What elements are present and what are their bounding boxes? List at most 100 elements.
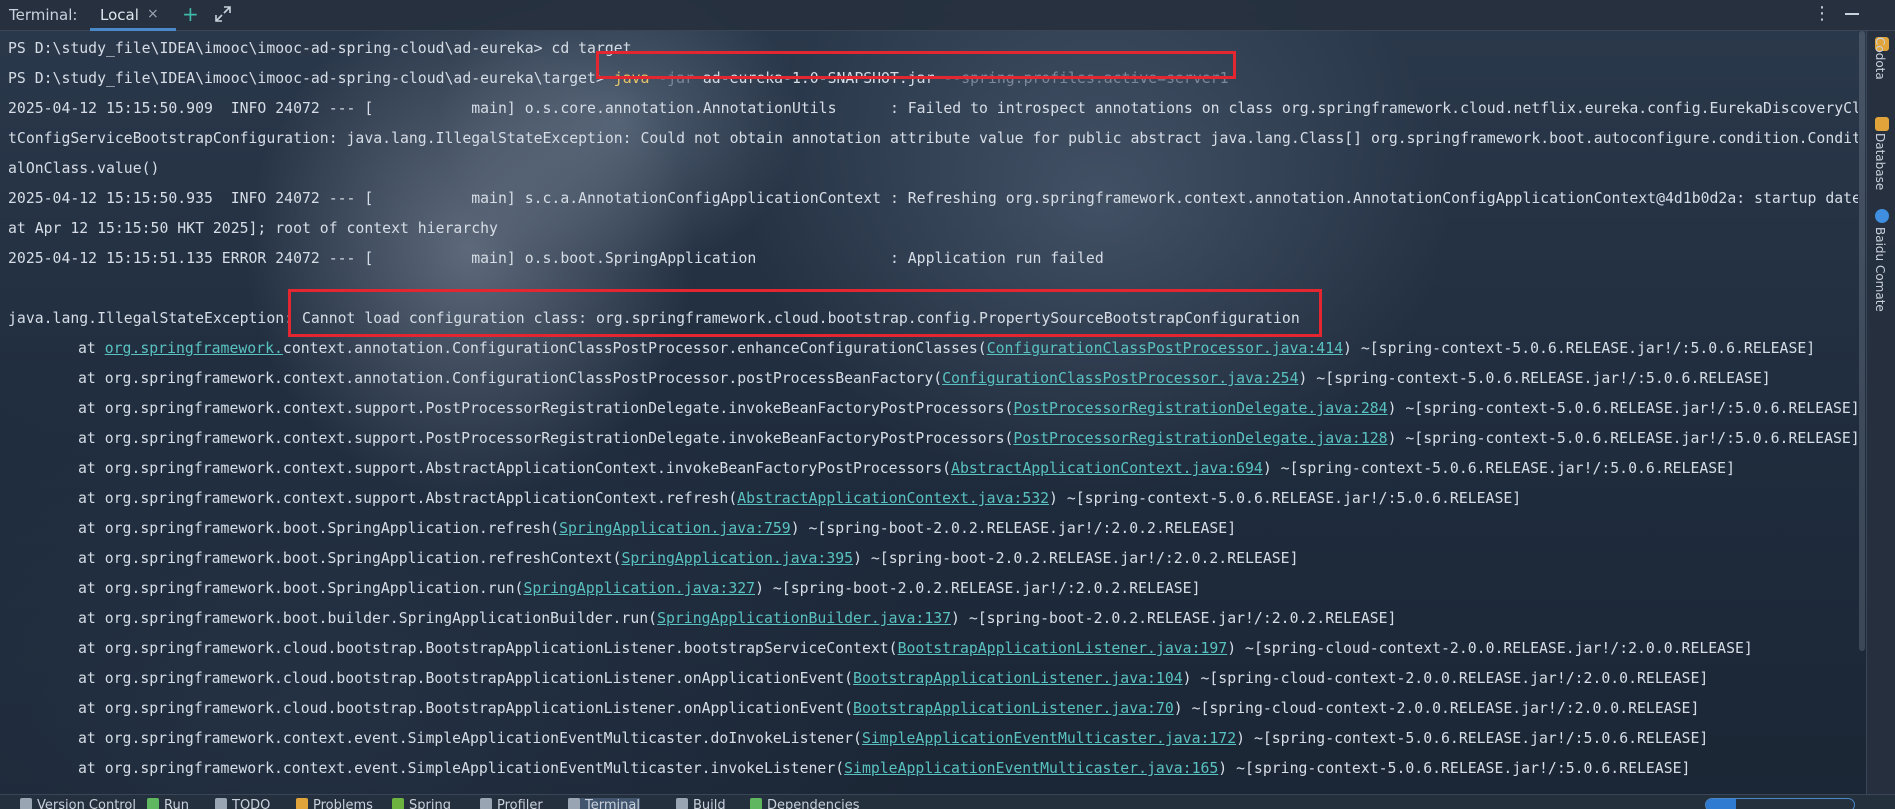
tool-button-label: Run	[164, 798, 189, 809]
side-item-codota[interactable]: Codota	[1873, 37, 1887, 80]
stack-method: org.springframework.context.support.Post…	[104, 400, 1014, 417]
more-options-icon[interactable]: ⋮	[1813, 3, 1831, 24]
terminal-output[interactable]: PS D:\study_file\IDEA\imooc\imooc-ad-spr…	[0, 31, 1858, 794]
stack-source-link[interactable]: PostProcessorRegistrationDelegate.java:1…	[1013, 430, 1387, 447]
tool-button-terminal[interactable]: Terminal	[568, 798, 640, 809]
tool-button-label: Profiler	[497, 798, 543, 809]
stack-method: org.springframework.context.support.Post…	[104, 430, 1014, 447]
tool-button-label: Terminal	[585, 798, 640, 809]
stack-at: at	[78, 550, 105, 567]
right-tool-strip: Codota Database Baidu Comate	[1866, 31, 1895, 794]
stack-at: at	[78, 760, 105, 777]
progress-fill	[1706, 799, 1736, 809]
log-line: alOnClass.value()	[8, 160, 160, 177]
tool-button-label: Build	[693, 798, 726, 809]
stack-method: org.springframework.boot.SpringApplicati…	[104, 550, 622, 567]
stack-at: at	[78, 370, 105, 387]
stack-jar: ) ~[spring-context-5.0.6.RELEASE.jar!/:5…	[1298, 370, 1771, 387]
tool-button-label: Spring	[409, 798, 451, 809]
tool-button-problems[interactable]: Problems	[296, 798, 373, 809]
tab-local[interactable]: Local ×	[90, 0, 176, 31]
log-line-error: 2025-04-12 15:15:51.135 ERROR 24072 --- …	[8, 250, 1104, 267]
exception-type: java.lang.IllegalStateException:	[8, 310, 302, 327]
tool-button-run[interactable]: Run	[147, 798, 189, 809]
stack-source-link[interactable]: SpringApplication.java:327	[523, 580, 755, 597]
stack-method: org.springframework.context.event.Simple…	[104, 760, 845, 777]
stack-frame: at org.springframework.boot.SpringApplic…	[78, 544, 1299, 574]
stack-frame: at org.springframework.context.annotatio…	[78, 364, 1771, 394]
stack-at: at	[78, 490, 105, 507]
stack-source-link[interactable]: ConfigurationClassPostProcessor.java:254	[942, 370, 1298, 387]
terminal-line: PS D:\study_file\IDEA\imooc\imooc-ad-spr…	[8, 34, 632, 64]
stack-source-link[interactable]: BootstrapApplicationListener.java:104	[853, 670, 1183, 687]
tool-button-build[interactable]: Build	[676, 798, 726, 809]
side-item-database[interactable]: Database	[1873, 133, 1887, 190]
stack-jar: ) ~[spring-context-5.0.6.RELEASE.jar!/:5…	[1262, 460, 1735, 477]
stack-method: org.springframework.boot.SpringApplicati…	[104, 520, 560, 537]
tool-button-dependencies[interactable]: Dependencies	[750, 798, 860, 809]
tool-button-label: Problems	[313, 798, 373, 809]
stack-frame: at org.springframework.boot.builder.Spri…	[78, 604, 1396, 634]
close-tab-icon[interactable]: ×	[147, 6, 159, 22]
stack-source-link[interactable]: AbstractApplicationContext.java:694	[951, 460, 1263, 477]
log-line: at Apr 12 15:15:50 HKT 2025]; root of co…	[8, 220, 498, 237]
stack-jar: ) ~[spring-context-5.0.6.RELEASE.jar!/:5…	[1387, 430, 1858, 447]
stack-at: at	[78, 520, 105, 537]
minimize-icon[interactable]	[1845, 13, 1859, 15]
stack-source-link[interactable]: ConfigurationClassPostProcessor.java:414	[987, 340, 1343, 357]
stack-jar: ) ~[spring-boot-2.0.2.RELEASE.jar!/:2.0.…	[755, 580, 1201, 597]
stack-at: at	[78, 610, 105, 627]
stack-source-link[interactable]: SimpleApplicationEventMulticaster.java:1…	[844, 760, 1218, 777]
stack-method: org.springframework.cloud.bootstrap.Boot…	[104, 670, 854, 687]
tool-button-profiler[interactable]: Profiler	[480, 798, 543, 809]
stack-at: at	[78, 640, 105, 657]
side-item-baidu-comate[interactable]: Baidu Comate	[1873, 227, 1887, 312]
scrollbar-thumb[interactable]	[1859, 31, 1865, 651]
stack-frame: at org.springframework.boot.SpringApplic…	[78, 514, 1236, 544]
log-line: tConfigServiceBootstrapConfiguration: ja…	[8, 130, 1858, 147]
warning-icon	[296, 798, 308, 809]
prompt: PS D:\study_file\IDEA\imooc\imooc-ad-spr…	[8, 40, 552, 57]
expand-icon[interactable]	[213, 4, 233, 24]
baidu-comate-icon	[1875, 209, 1889, 223]
tool-button-label: Version Control	[37, 798, 136, 809]
leaf-icon	[392, 798, 404, 809]
stack-jar: ) ~[spring-context-5.0.6.RELEASE.jar!/:5…	[1236, 730, 1709, 747]
stack-at: at	[78, 460, 105, 477]
stack-source-link[interactable]: SpringApplicationBuilder.java:137	[657, 610, 951, 627]
stack-source-link[interactable]: SimpleApplicationEventMulticaster.java:1…	[862, 730, 1236, 747]
stack-source-link[interactable]: SpringApplication.java:395	[621, 550, 853, 567]
stack-source-link[interactable]: BootstrapApplicationListener.java:197	[898, 640, 1228, 657]
tool-button-version-control[interactable]: Version Control	[20, 798, 136, 809]
stack-jar: ) ~[spring-context-5.0.6.RELEASE.jar!/:5…	[1343, 340, 1816, 357]
stack-at: at	[78, 430, 105, 447]
stack-source-link[interactable]: SpringApplication.java:759	[559, 520, 791, 537]
database-icon	[1875, 117, 1889, 131]
stack-package-link[interactable]: org.springframework.	[105, 340, 283, 357]
stack-frame: at org.springframework.context.event.Sim…	[78, 724, 1708, 754]
tool-button-todo[interactable]: TODO	[215, 798, 270, 809]
stack-frame: at org.springframework.context.support.A…	[78, 484, 1521, 514]
new-tab-icon[interactable]: +	[182, 2, 199, 26]
stack-frame: at org.springframework.context.support.P…	[78, 394, 1858, 424]
stack-frame: at org.springframework.context.support.P…	[78, 424, 1858, 454]
log-line: 2025-04-12 15:15:50.935 INFO 24072 --- […	[8, 190, 1858, 207]
stack-source-link[interactable]: AbstractApplicationContext.java:532	[737, 490, 1049, 507]
stack-frame: at org.springframework.cloud.bootstrap.B…	[78, 694, 1699, 724]
stack-method: org.springframework.context.event.Simple…	[104, 730, 862, 747]
stack-jar: ) ~[spring-boot-2.0.2.RELEASE.jar!/:2.0.…	[790, 520, 1237, 537]
tool-button-spring[interactable]: Spring	[392, 798, 451, 809]
stack-source-link[interactable]: BootstrapApplicationListener.java:70	[853, 700, 1174, 717]
stack-method: org.springframework.boot.builder.SpringA…	[104, 610, 658, 627]
stack-frame: at org.springframework.boot.SpringApplic…	[78, 574, 1201, 604]
highlight-box-exception	[288, 289, 1322, 337]
stack-source-link[interactable]: PostProcessorRegistrationDelegate.java:2…	[1013, 400, 1387, 417]
stack-at: at	[78, 340, 105, 357]
stack-jar: ) ~[spring-boot-2.0.2.RELEASE.jar!/:2.0.…	[853, 550, 1299, 567]
stack-jar: ) ~[spring-cloud-context-2.0.0.RELEASE.j…	[1227, 640, 1753, 657]
stack-frame: at org.springframework.cloud.bootstrap.B…	[78, 664, 1708, 694]
tool-window-title: Terminal:	[9, 6, 78, 24]
stack-method: org.springframework.context.support.Abst…	[104, 460, 952, 477]
package-icon	[750, 798, 762, 809]
stack-jar: ) ~[spring-cloud-context-2.0.0.RELEASE.j…	[1173, 700, 1700, 717]
